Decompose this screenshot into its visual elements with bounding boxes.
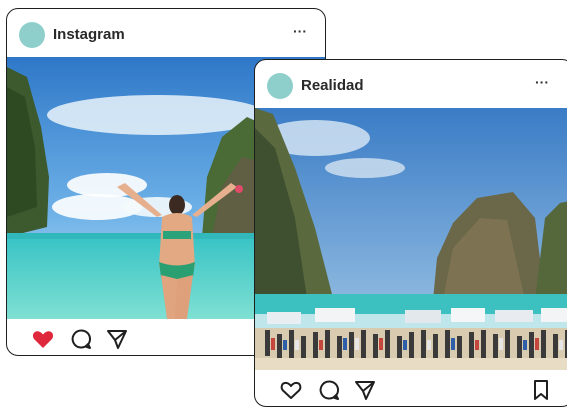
heart-icon[interactable]: [31, 327, 55, 351]
heart-icon[interactable]: [279, 378, 303, 402]
bookmark-icon[interactable]: [529, 378, 553, 402]
avatar[interactable]: [19, 22, 45, 48]
share-icon[interactable]: [105, 327, 129, 351]
more-options-icon[interactable]: ···: [535, 74, 549, 90]
post-username[interactable]: Realidad: [301, 77, 364, 94]
post-card-realidad: Realidad ···: [254, 59, 567, 407]
post-photo-crowded-beach: [255, 108, 567, 370]
post-actions: [255, 370, 567, 406]
share-icon[interactable]: [353, 378, 377, 402]
more-options-icon[interactable]: ···: [293, 23, 307, 39]
comment-icon[interactable]: [317, 378, 341, 402]
post-header: Instagram ···: [7, 9, 325, 57]
post-username[interactable]: Instagram: [53, 26, 125, 43]
comment-icon[interactable]: [69, 327, 93, 351]
post-header: Realidad ···: [255, 60, 567, 108]
avatar[interactable]: [267, 73, 293, 99]
